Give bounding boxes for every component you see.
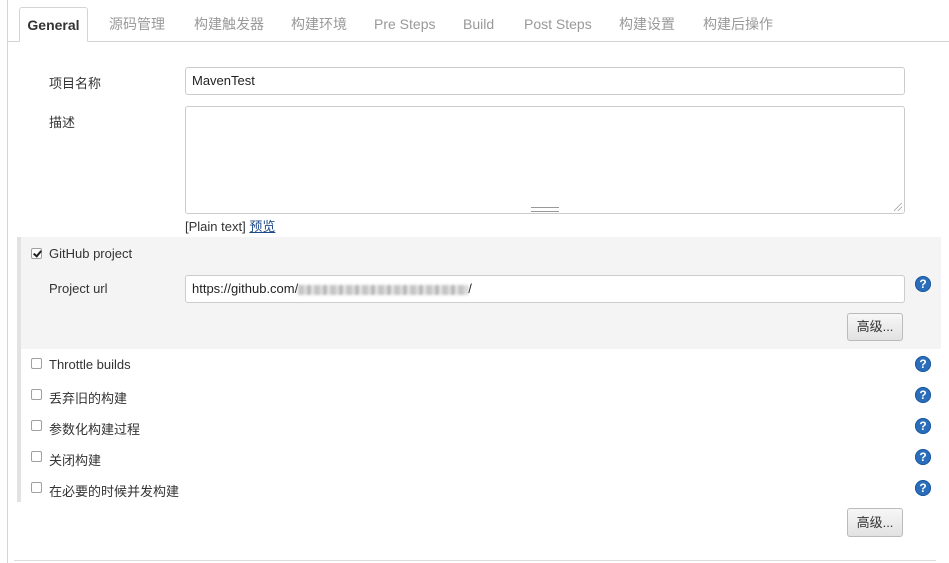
plain-text-label: [Plain text]	[185, 219, 246, 234]
project-name-input[interactable]: MavenTest	[185, 67, 905, 95]
tab-build-triggers[interactable]: 构建触发器	[192, 7, 266, 41]
project-url-suffix: /	[468, 281, 472, 296]
project-url-help-icon[interactable]: ?	[915, 276, 931, 292]
description-textarea[interactable]	[185, 106, 905, 214]
redacted-text	[298, 284, 469, 295]
discard-old-builds-label: 丢弃旧的构建	[49, 391, 128, 406]
tab-scm[interactable]: 源码管理	[107, 7, 167, 41]
textarea-resize-handle[interactable]	[894, 203, 902, 211]
throttle-builds-label: Throttle builds	[49, 357, 131, 372]
preview-link[interactable]: 预览	[249, 219, 275, 234]
project-url-input[interactable]: https://github.com/ /	[185, 275, 905, 303]
concurrent-build-help-icon[interactable]: ?	[915, 480, 931, 496]
project-url-prefix: https://github.com/	[192, 281, 299, 296]
disable-build-checkbox[interactable]	[31, 451, 42, 462]
tab-post-build-actions[interactable]: 构建后操作	[701, 7, 775, 41]
tab-general[interactable]: General	[19, 7, 88, 42]
throttle-builds-checkbox[interactable]	[31, 358, 42, 369]
concurrent-build-checkbox[interactable]	[31, 482, 42, 493]
parameterized-build-checkbox[interactable]	[31, 420, 42, 431]
advanced-button[interactable]: 高级...	[847, 508, 903, 537]
github-project-label: GitHub project	[49, 246, 133, 261]
disable-build-help-icon[interactable]: ?	[915, 449, 931, 465]
project-name-label: 项目名称	[49, 76, 102, 91]
tab-post-steps[interactable]: Post Steps	[522, 7, 594, 41]
textarea-resize-grip[interactable]	[531, 207, 559, 212]
plain-text-note: [Plain text] 预览	[185, 216, 275, 235]
throttle-builds-help-icon[interactable]: ?	[915, 356, 931, 372]
parameterized-build-help-icon[interactable]: ?	[915, 418, 931, 434]
github-advanced-button[interactable]: 高级...	[847, 313, 903, 341]
parameterized-build-label: 参数化构建过程	[49, 422, 141, 437]
tab-pre-steps[interactable]: Pre Steps	[372, 7, 437, 41]
discard-old-builds-help-icon[interactable]: ?	[915, 387, 931, 403]
tab-build-environment[interactable]: 构建环境	[289, 7, 349, 41]
disable-build-label: 关闭构建	[49, 453, 102, 468]
section-divider	[14, 560, 936, 561]
tab-build-settings[interactable]: 构建设置	[617, 7, 677, 41]
project-url-label: Project url	[49, 281, 108, 296]
github-project-checkbox[interactable]	[31, 248, 42, 259]
description-label: 描述	[49, 115, 76, 130]
options-section-bar	[17, 237, 21, 502]
concurrent-build-label: 在必要的时候并发构建	[49, 484, 180, 499]
discard-old-builds-checkbox[interactable]	[31, 389, 42, 400]
tab-build[interactable]: Build	[461, 7, 496, 41]
